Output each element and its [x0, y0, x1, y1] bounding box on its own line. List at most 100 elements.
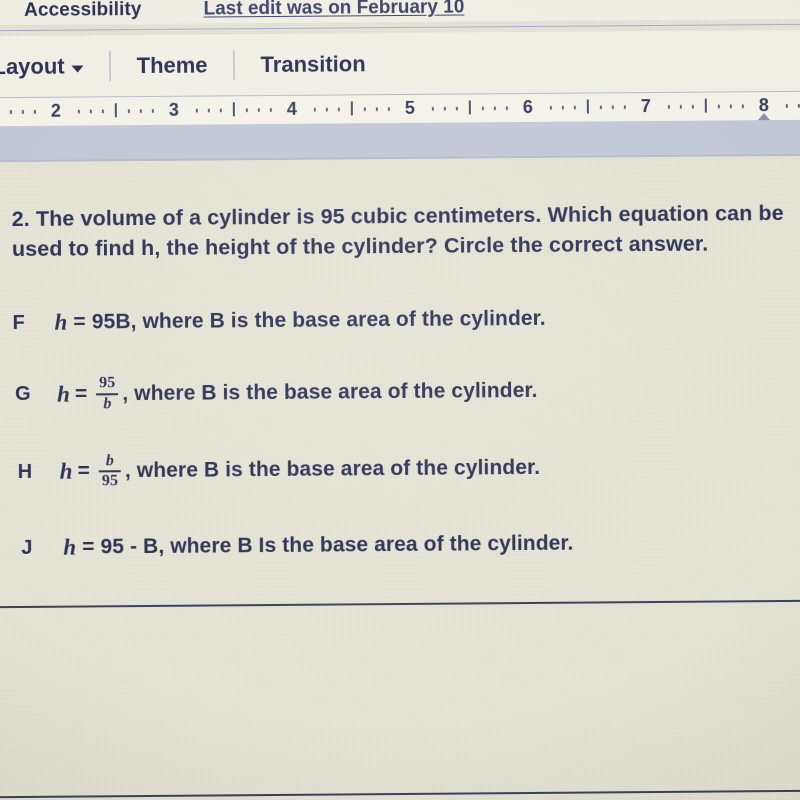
- ruler-major-tick: [350, 101, 353, 116]
- ruler-minor-tick: [151, 108, 154, 113]
- ruler-minor-tick: [505, 106, 508, 111]
- ruler-number-5: 5: [404, 97, 415, 118]
- ruler-major-tick: [114, 103, 117, 118]
- ruler-minor-tick: [729, 104, 732, 109]
- answer-choice-h[interactable]: H h = b 95 , where B is the base area of…: [0, 447, 800, 491]
- ruler-minor-tick: [139, 109, 142, 114]
- ruler-minor-tick: [481, 106, 484, 111]
- choice-letter-g: G: [14, 383, 31, 406]
- question-text: 2. The volume of a cylinder is 95 cubic …: [12, 198, 792, 264]
- question-body: The volume of a cylinder is 95 cubic cen…: [11, 200, 784, 262]
- slide-canvas[interactable]: 2. The volume of a cylinder is 95 cubic …: [0, 155, 800, 800]
- layout-button[interactable]: Layout: [0, 53, 84, 80]
- ruler-minor-tick: [611, 105, 614, 110]
- choice-j-equals: =: [82, 535, 95, 559]
- ruler-minor-tick: [313, 107, 316, 112]
- ruler-minor-tick: [387, 107, 390, 112]
- menu-bar: Accessibility Last edit was on February …: [0, 0, 800, 26]
- choice-h-numerator: b: [105, 451, 115, 469]
- choice-f-rhs: 95B: [91, 310, 131, 334]
- choice-body-g: h = 95 b , where B is the base area of t…: [57, 372, 538, 413]
- slides-toolbar: Layout Theme Transition: [0, 29, 800, 99]
- choice-h-equals: =: [77, 459, 91, 483]
- ruler-number-2: 2: [50, 100, 61, 121]
- ruler-minor-tick: [623, 105, 626, 110]
- ruler-minor-tick: [325, 107, 328, 112]
- choice-g-tail: , where B is the base area of the cylind…: [122, 378, 538, 405]
- worksheet-rule-upper: [0, 599, 800, 609]
- ruler-number-4: 4: [286, 98, 297, 119]
- ruler-minor-tick: [127, 109, 130, 114]
- ruler-major-tick: [586, 99, 589, 114]
- worksheet-rule-lower: [0, 789, 800, 799]
- choice-g-equals: =: [74, 382, 88, 406]
- ruler-minor-tick: [375, 107, 378, 112]
- ruler-minor-tick: [691, 104, 694, 109]
- choice-h-fraction: b 95: [98, 451, 121, 491]
- toolbar-divider: [233, 50, 235, 81]
- choice-h-denominator: 95: [101, 472, 119, 490]
- ruler-minor-tick: [257, 108, 260, 113]
- question-number: 2.: [11, 206, 30, 232]
- ruler-minor-tick: [269, 108, 272, 113]
- choice-g-lhs: h: [56, 381, 71, 407]
- choice-h-tail: , where B is the base area of the cylind…: [124, 456, 541, 483]
- chevron-down-icon: [71, 64, 84, 73]
- answer-choice-f[interactable]: F h = 95B , where B is the base area of …: [0, 304, 800, 336]
- ruler-minor-tick: [101, 109, 104, 114]
- ruler-minor-tick: [455, 106, 458, 111]
- answer-choice-g[interactable]: G h = 95 b , where B is the base area of…: [0, 370, 800, 414]
- choice-body-j: h = 95 - B , where B Is the base area of…: [63, 531, 573, 561]
- answer-choice-j[interactable]: J h = 95 - B , where B Is the base area …: [3, 529, 800, 561]
- ruler-minor-tick: [561, 105, 564, 110]
- choice-g-numerator: 95: [99, 374, 116, 392]
- ruler-major-tick: [232, 102, 235, 117]
- ruler-minor-tick: [195, 108, 198, 113]
- toolbar-divider: [109, 51, 111, 82]
- theme-button[interactable]: Theme: [137, 53, 208, 80]
- ruler-minor-tick: [785, 103, 788, 108]
- ruler-minor-tick: [207, 108, 210, 113]
- ruler-number-3: 3: [168, 99, 179, 120]
- choice-f-equals: =: [73, 310, 86, 334]
- ruler-minor-tick: [599, 105, 602, 110]
- ruler-minor-tick: [717, 104, 720, 109]
- ruler-minor-tick: [9, 110, 12, 115]
- ruler-minor-tick: [431, 106, 434, 111]
- ruler-minor-tick: [679, 104, 682, 109]
- last-edit-link[interactable]: Last edit was on February 10: [203, 0, 464, 21]
- choice-body-f: h = 95B , where B is the base area of th…: [54, 306, 545, 336]
- choice-g-fraction: 95 b: [96, 374, 119, 413]
- choice-letter-f: F: [12, 311, 25, 334]
- transition-button[interactable]: Transition: [260, 51, 365, 78]
- ruler-minor-tick: [33, 109, 36, 114]
- answer-choices: F h = 95B , where B is the base area of …: [0, 304, 800, 562]
- choice-letter-j: J: [21, 536, 33, 559]
- choice-h-lhs: h: [59, 458, 73, 485]
- ruler-minor-tick: [219, 108, 222, 113]
- ruler-minor-tick: [21, 109, 24, 114]
- choice-body-h: h = b 95 , where B is the base area of t…: [60, 450, 541, 491]
- ruler-minor-tick: [337, 107, 340, 112]
- ruler-minor-tick: [443, 106, 446, 111]
- choice-f-tail: , where B is the base area of the cylind…: [130, 306, 546, 334]
- ruler-minor-tick: [493, 106, 496, 111]
- ruler-minor-tick: [741, 104, 744, 109]
- ruler-minor-tick: [77, 109, 80, 114]
- screen-photo: Accessibility Last edit was on February …: [0, 0, 800, 800]
- choice-g-denominator: b: [103, 395, 112, 413]
- choice-f-lhs: h: [54, 309, 68, 335]
- ruler-minor-tick: [573, 105, 576, 110]
- ruler-minor-tick: [363, 107, 366, 112]
- ruler-minor-tick: [549, 105, 552, 110]
- ruler-number-7: 7: [640, 96, 651, 117]
- menu-item-accessibility[interactable]: Accessibility: [24, 0, 142, 22]
- ruler-minor-tick: [667, 104, 670, 109]
- choice-letter-h: H: [17, 460, 33, 483]
- choice-j-rhs: 95 - B: [100, 535, 159, 559]
- ruler-number-6: 6: [522, 96, 533, 118]
- layout-button-label: Layout: [0, 53, 65, 80]
- ruler-major-tick: [468, 100, 471, 115]
- ruler-major-tick: [704, 98, 707, 113]
- ruler-minor-tick: [89, 109, 92, 114]
